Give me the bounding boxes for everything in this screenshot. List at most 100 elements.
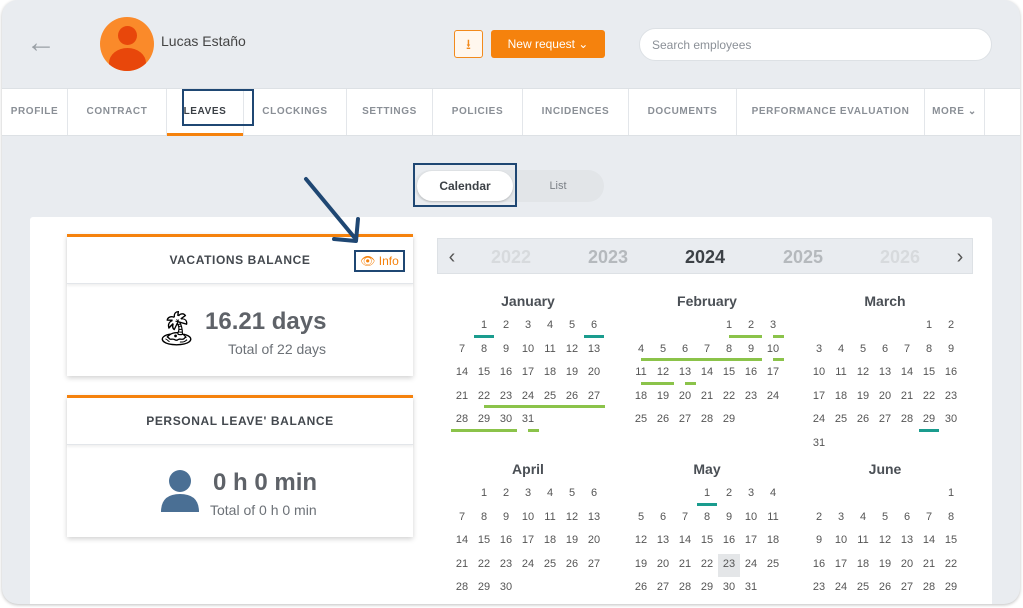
list-view-button[interactable]: List <box>522 171 594 201</box>
new-request-button[interactable]: New request ⌄ <box>491 30 605 58</box>
tab-performance-evaluation[interactable]: PERFORMANCE EVALUATION <box>737 89 925 135</box>
calendar-day[interactable]: 14 <box>918 530 940 554</box>
tab-settings[interactable]: SETTINGS <box>347 89 433 135</box>
calendar-day[interactable]: 18 <box>630 386 652 410</box>
calendar-day[interactable]: 10 <box>762 339 784 363</box>
calendar-day[interactable]: 4 <box>830 339 852 363</box>
calendar-day[interactable]: 21 <box>918 554 940 578</box>
calendar-day[interactable]: 21 <box>674 554 696 578</box>
calendar-day[interactable]: 3 <box>517 315 539 339</box>
calendar-day[interactable]: 8 <box>473 507 495 531</box>
calendar-day[interactable]: 13 <box>674 362 696 386</box>
calendar-day[interactable]: 27 <box>652 577 674 601</box>
calendar-day[interactable]: 18 <box>852 554 874 578</box>
calendar-day[interactable]: 2 <box>740 315 762 339</box>
calendar-day[interactable]: 11 <box>852 530 874 554</box>
calendar-day[interactable]: 15 <box>473 362 495 386</box>
calendar-day[interactable]: 15 <box>473 530 495 554</box>
calendar-day[interactable]: 4 <box>539 315 561 339</box>
calendar-day[interactable]: 25 <box>852 577 874 601</box>
calendar-day[interactable]: 13 <box>874 362 896 386</box>
calendar-day[interactable]: 18 <box>539 362 561 386</box>
calendar-day[interactable]: 20 <box>874 386 896 410</box>
calendar-day[interactable]: 4 <box>852 507 874 531</box>
calendar-day[interactable]: 26 <box>561 386 583 410</box>
calendar-day[interactable]: 11 <box>539 507 561 531</box>
calendar-day[interactable]: 17 <box>762 362 784 386</box>
calendar-day[interactable]: 2 <box>495 315 517 339</box>
calendar-day[interactable]: 11 <box>830 362 852 386</box>
calendar-day[interactable]: 9 <box>940 339 962 363</box>
calendar-day[interactable]: 5 <box>852 339 874 363</box>
calendar-day[interactable]: 18 <box>762 530 784 554</box>
calendar-day[interactable]: 20 <box>896 554 918 578</box>
year-2022[interactable]: 2022 <box>476 239 546 275</box>
back-arrow-icon[interactable]: ← <box>26 28 56 58</box>
calendar-day[interactable]: 27 <box>874 409 896 433</box>
calendar-day[interactable]: 14 <box>674 530 696 554</box>
calendar-day[interactable]: 19 <box>561 362 583 386</box>
calendar-day[interactable]: 18 <box>539 530 561 554</box>
next-year-chevron-icon[interactable]: › <box>950 239 970 275</box>
tab-documents[interactable]: DOCUMENTS <box>629 89 737 135</box>
calendar-day[interactable]: 23 <box>940 386 962 410</box>
calendar-day[interactable]: 11 <box>762 507 784 531</box>
calendar-day[interactable]: 1 <box>473 483 495 507</box>
calendar-day[interactable]: 7 <box>696 339 718 363</box>
calendar-day[interactable]: 11 <box>539 339 561 363</box>
calendar-day[interactable]: 28 <box>674 577 696 601</box>
calendar-day[interactable]: 14 <box>696 362 718 386</box>
calendar-day[interactable]: 24 <box>808 409 830 433</box>
calendar-day[interactable]: 9 <box>740 339 762 363</box>
calendar-day[interactable]: 5 <box>561 315 583 339</box>
calendar-day[interactable]: 29 <box>473 409 495 433</box>
calendar-day[interactable]: 12 <box>561 507 583 531</box>
calendar-day[interactable]: 15 <box>940 530 962 554</box>
calendar-day[interactable]: 17 <box>808 386 830 410</box>
calendar-day[interactable]: 24 <box>762 386 784 410</box>
calendar-day[interactable]: 28 <box>451 409 473 433</box>
calendar-day[interactable]: 1 <box>473 315 495 339</box>
calendar-day[interactable]: 5 <box>874 507 896 531</box>
calendar-day[interactable]: 6 <box>583 483 605 507</box>
calendar-day[interactable]: 29 <box>718 409 740 433</box>
calendar-day[interactable]: 20 <box>583 362 605 386</box>
download-button[interactable]: ⭳ <box>454 30 483 58</box>
calendar-day[interactable]: 20 <box>583 530 605 554</box>
calendar-day[interactable]: 2 <box>808 507 830 531</box>
year-2023[interactable]: 2023 <box>573 239 643 275</box>
calendar-day[interactable]: 28 <box>696 409 718 433</box>
calendar-day[interactable]: 25 <box>762 554 784 578</box>
calendar-day[interactable]: 22 <box>696 554 718 578</box>
calendar-day[interactable]: 23 <box>495 386 517 410</box>
calendar-day[interactable]: 19 <box>852 386 874 410</box>
calendar-day[interactable]: 22 <box>473 386 495 410</box>
calendar-day[interactable]: 1 <box>696 483 718 507</box>
calendar-day[interactable]: 12 <box>630 530 652 554</box>
calendar-day[interactable]: 13 <box>652 530 674 554</box>
calendar-day[interactable]: 2 <box>940 315 962 339</box>
calendar-day[interactable]: 5 <box>630 507 652 531</box>
tab-incidences[interactable]: INCIDENCES <box>523 89 629 135</box>
calendar-day[interactable]: 8 <box>473 339 495 363</box>
calendar-day[interactable]: 23 <box>740 386 762 410</box>
prev-year-chevron-icon[interactable]: ‹ <box>442 239 462 275</box>
calendar-day[interactable]: 24 <box>830 577 852 601</box>
year-2026[interactable]: 2026 <box>865 239 935 275</box>
tab-more[interactable]: MORE ⌄ <box>925 89 985 135</box>
calendar-day[interactable]: 17 <box>830 554 852 578</box>
calendar-day[interactable]: 13 <box>583 339 605 363</box>
calendar-day[interactable]: 9 <box>495 339 517 363</box>
calendar-day[interactable]: 17 <box>740 530 762 554</box>
calendar-day[interactable]: 11 <box>630 362 652 386</box>
calendar-day[interactable]: 3 <box>762 315 784 339</box>
calendar-day[interactable]: 15 <box>718 362 740 386</box>
calendar-day[interactable]: 6 <box>896 507 918 531</box>
calendar-day[interactable]: 23 <box>718 553 740 578</box>
calendar-day[interactable]: 27 <box>674 409 696 433</box>
calendar-day[interactable]: 6 <box>874 339 896 363</box>
calendar-day[interactable]: 4 <box>539 483 561 507</box>
calendar-day[interactable]: 23 <box>808 577 830 601</box>
calendar-day[interactable]: 24 <box>740 554 762 578</box>
calendar-day[interactable]: 29 <box>918 409 940 433</box>
